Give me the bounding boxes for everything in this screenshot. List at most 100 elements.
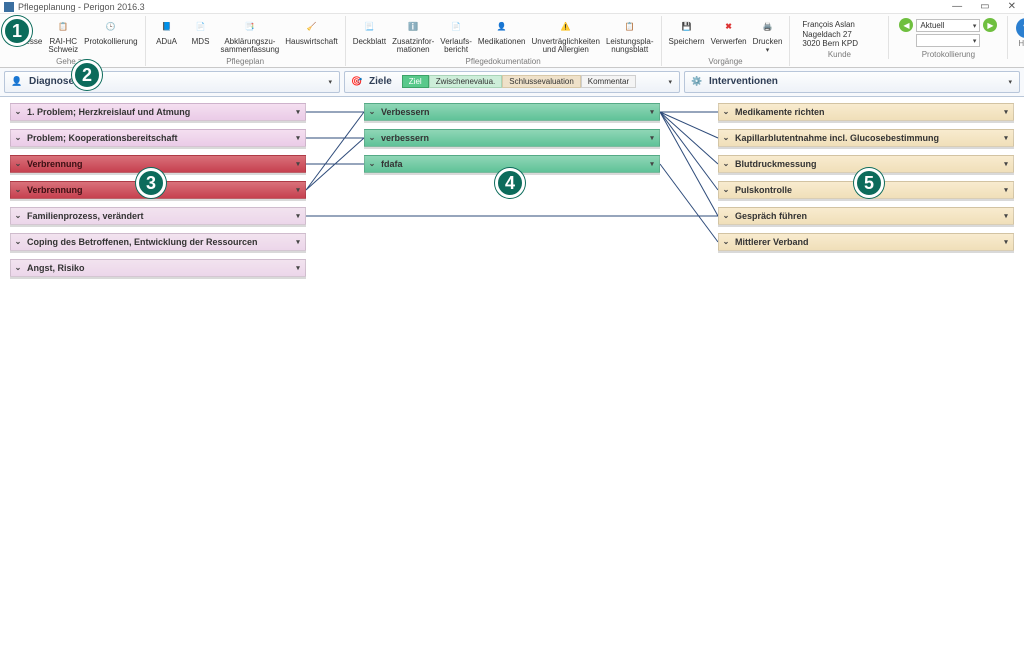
ziel-node[interactable]: ⌄Verbessern: [364, 103, 660, 121]
protokoll-secondary-select[interactable]: [916, 34, 980, 47]
app-icon: [4, 2, 14, 12]
ribbon-btn-speichern[interactable]: 💾Speichern: [666, 16, 708, 56]
chevron-down-icon[interactable]: [291, 107, 305, 116]
chevron-down-icon[interactable]: [665, 77, 675, 86]
ribbon-btn-label: Verwerfen: [711, 38, 747, 46]
diagnose-node[interactable]: ⌄Familienprozess, verändert: [10, 207, 306, 225]
window-close-button[interactable]: ✕: [1004, 1, 1020, 12]
chevron-down-icon[interactable]: [999, 107, 1013, 116]
ribbon-btn-label: Leistungspla- nungsblatt: [606, 38, 654, 55]
ribbon-btn-label: Speichern: [669, 38, 705, 46]
ribbon-btn-label: Protokollierung: [84, 38, 137, 46]
ribbon-group-hilfe: ? Hilfe: [1008, 16, 1024, 50]
ziel-node[interactable]: ⌄verbessern: [364, 129, 660, 147]
diagnose-node[interactable]: ⌄Problem; Kooperationsbereitschaft: [10, 129, 306, 147]
section-interventionen[interactable]: ⚙️ Interventionen: [684, 71, 1020, 93]
info-icon: ℹ️: [403, 17, 423, 37]
ribbon-btn-verlauf[interactable]: 📄Verlaufs- bericht: [437, 16, 475, 56]
tab-schlussevaluation[interactable]: Schlussevaluation: [502, 75, 580, 88]
chevron-down-icon[interactable]: [645, 133, 659, 142]
chevron-down-icon[interactable]: [291, 159, 305, 168]
ribbon-btn-label: ADuA: [156, 38, 177, 46]
chevron-down-icon[interactable]: [999, 185, 1013, 194]
ribbon-btn-leistungsplan[interactable]: 📋Leistungspla- nungsblatt: [603, 16, 657, 56]
chevron-down-icon[interactable]: [291, 237, 305, 246]
node-label: 1. Problem; Herzkreislauf und Atmung: [25, 107, 291, 117]
chevron-down-icon: ⌄: [365, 133, 379, 142]
ribbon-btn-raihc[interactable]: 📋 RAI-HC Schweiz: [45, 16, 81, 56]
chevron-down-icon[interactable]: [645, 107, 659, 116]
chevron-down-icon: ⌄: [719, 211, 733, 220]
chevron-down-icon[interactable]: [291, 185, 305, 194]
ribbon-btn-label: Abklärungszu- sammenfassung: [221, 38, 280, 55]
chevron-down-icon[interactable]: [999, 237, 1013, 246]
section-ziele[interactable]: 🎯 Ziele Ziel Zwischenevalua. Schlusseval…: [344, 71, 680, 93]
diagnose-node[interactable]: ⌄Coping des Betroffenen, Entwicklung der…: [10, 233, 306, 251]
ribbon-group-vorgaenge: 💾Speichern ✖Verwerfen 🖨️Drucken Vorgänge: [662, 16, 791, 66]
node-label: Familienprozess, verändert: [25, 211, 291, 221]
chevron-down-icon[interactable]: [325, 77, 335, 86]
chevron-down-icon: ⌄: [11, 185, 25, 194]
protokoll-current-value: Aktuell: [920, 21, 944, 30]
chevron-down-icon[interactable]: [291, 263, 305, 272]
ribbon-group-label: Protokollierung: [893, 50, 1003, 59]
ribbon-btn-label: Drucken: [753, 38, 783, 46]
ribbon-btn-mds[interactable]: 📄MDS: [184, 16, 218, 56]
intervention-node[interactable]: ⌄Mittlerer Verband: [718, 233, 1014, 251]
ribbon-group-kunde: François Aslan Nageldach 27 3020 Bern KP…: [790, 16, 889, 59]
ribbon-btn-abklaerung[interactable]: 📑Abklärungszu- sammenfassung: [218, 16, 283, 56]
ribbon-btn-hauswirtschaft[interactable]: 🧹Hauswirtschaft: [282, 16, 340, 56]
ribbon-btn-protokollierung[interactable]: 🕒 Protokollierung: [81, 16, 140, 56]
ribbon-btn-label: Unverträglichkeiten und Allergien: [531, 38, 599, 55]
ribbon-btn-adua[interactable]: 📘ADuA: [150, 16, 184, 56]
section-diagnosen[interactable]: 👤 Diagnosen: [4, 71, 340, 93]
chevron-down-icon[interactable]: [999, 159, 1013, 168]
intervention-node[interactable]: ⌄Gespräch führen: [718, 207, 1014, 225]
chevron-down-icon[interactable]: [999, 211, 1013, 220]
chevron-down-icon: ⌄: [365, 107, 379, 116]
discard-icon: ✖: [719, 17, 739, 37]
chevron-down-icon[interactable]: [291, 211, 305, 220]
chevron-down-icon: [766, 46, 770, 54]
node-label: Kapillarblutentnahme incl. Glucosebestim…: [733, 133, 999, 143]
ribbon-btn-label: RAI-HC Schweiz: [48, 38, 78, 55]
nav-prev-icon[interactable]: ◀: [899, 18, 913, 32]
report-icon: 📑: [240, 17, 260, 37]
protokoll-current-select[interactable]: Aktuell: [916, 19, 980, 32]
ribbon-group-label: Pflegeplan: [150, 57, 341, 66]
node-label: Angst, Risiko: [25, 263, 291, 273]
chevron-down-icon: ⌄: [11, 237, 25, 246]
chevron-down-icon: [973, 21, 977, 30]
diagnose-node[interactable]: ⌄1. Problem; Herzkreislauf und Atmung: [10, 103, 306, 121]
window-title: Pflegeplanung - Perigon 2016.3: [18, 2, 145, 12]
callout-4: 4: [495, 168, 525, 198]
ziel-tabs: Ziel Zwischenevalua. Schlussevaluation K…: [402, 75, 636, 88]
chevron-down-icon[interactable]: [999, 133, 1013, 142]
tab-zwischenevaluation[interactable]: Zwischenevalua.: [429, 75, 503, 88]
ribbon-group-pflegeplan: 📘ADuA 📄MDS 📑Abklärungszu- sammenfassung …: [146, 16, 346, 66]
ribbon-btn-verwerfen[interactable]: ✖Verwerfen: [708, 16, 750, 56]
node-label: Problem; Kooperationsbereitschaft: [25, 133, 291, 143]
callout-5: 5: [854, 168, 884, 198]
ribbon-btn-zusatzinfo[interactable]: ℹ️Zusatzinfor- mationen: [389, 16, 437, 56]
chevron-down-icon[interactable]: [291, 133, 305, 142]
tab-ziel[interactable]: Ziel: [402, 75, 429, 88]
intervention-node[interactable]: ⌄Medikamente richten: [718, 103, 1014, 121]
nav-next-icon[interactable]: ▶: [983, 18, 997, 32]
person-icon: 👤: [492, 17, 512, 37]
chevron-down-icon: ⌄: [365, 159, 379, 168]
help-icon[interactable]: ?: [1016, 18, 1024, 38]
ribbon-btn-deckblatt[interactable]: 📃Deckblatt: [350, 16, 389, 56]
diagnose-node[interactable]: ⌄Angst, Risiko: [10, 259, 306, 277]
ribbon-btn-medikationen[interactable]: 👤Medikationen: [475, 16, 529, 56]
ribbon-btn-allergien[interactable]: ⚠️Unverträglichkeiten und Allergien: [528, 16, 602, 56]
window-maximize-button[interactable]: ▭: [976, 1, 993, 12]
window-minimize-button[interactable]: —: [948, 1, 966, 12]
chevron-down-icon[interactable]: [645, 159, 659, 168]
ribbon-group-pflegedoku: 📃Deckblatt ℹ️Zusatzinfor- mationen 📄Verl…: [346, 16, 662, 66]
ribbon-btn-drucken[interactable]: 🖨️Drucken: [750, 16, 786, 56]
ziele-icon: 🎯: [349, 74, 365, 90]
intervention-node[interactable]: ⌄Kapillarblutentnahme incl. Glucosebesti…: [718, 129, 1014, 147]
chevron-down-icon[interactable]: [1005, 77, 1015, 86]
tab-kommentar[interactable]: Kommentar: [581, 75, 636, 88]
